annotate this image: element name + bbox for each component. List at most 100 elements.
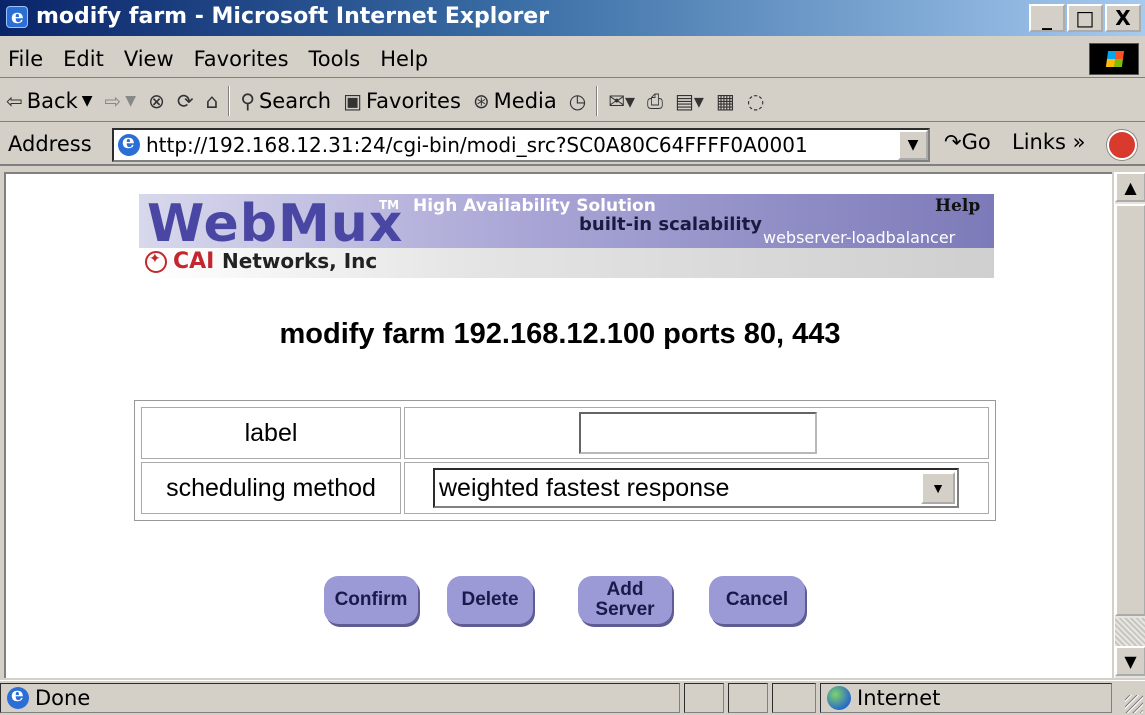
menu-help[interactable]: Help	[370, 47, 438, 71]
back-button[interactable]: ⇦ Back ▼	[0, 89, 99, 113]
links-label: Links	[1012, 130, 1066, 154]
cai-logo-icon	[145, 251, 167, 273]
confirm-button[interactable]: Confirm	[324, 576, 418, 624]
add-server-label: Add Server	[595, 580, 654, 620]
add-server-label-line2: Server	[595, 599, 655, 620]
favorites-button[interactable]: ▣ Favorites	[337, 89, 467, 113]
history-icon[interactable]: ◷	[563, 89, 592, 113]
mail-icon[interactable]: ✉▾	[602, 89, 641, 113]
back-dropdown-icon[interactable]: ▼	[82, 93, 93, 109]
search-button[interactable]: ⚲ Search	[234, 89, 337, 113]
scheduling-method-label: scheduling method	[141, 462, 401, 514]
go-button[interactable]: ↷Go	[944, 130, 991, 154]
form-row-label: label	[141, 407, 989, 459]
chevron-down-icon[interactable]: ▼	[921, 472, 955, 504]
media-label: Media	[493, 88, 557, 113]
discuss-icon[interactable]: ▦	[710, 89, 741, 113]
address-dropdown-button[interactable]: ▼	[898, 130, 928, 160]
ie-logo-icon	[6, 4, 28, 28]
trademark: TM	[379, 198, 400, 212]
help-link[interactable]: Help	[935, 196, 980, 216]
search-icon: ⚲	[240, 88, 255, 113]
refresh-icon[interactable]: ⟳	[171, 89, 200, 113]
forward-button[interactable]: ⇨ ▼	[99, 89, 143, 113]
home-icon[interactable]: ⌂	[200, 89, 225, 113]
resize-grip-icon[interactable]	[1125, 695, 1143, 713]
status-text: Done	[35, 686, 91, 710]
status-cell	[728, 683, 768, 713]
action-buttons: Confirm Delete Add Server Cancel	[6, 576, 1114, 632]
chevron-icon: »	[1065, 130, 1086, 154]
scroll-thumb[interactable]	[1115, 204, 1145, 616]
menu-bar: File Edit View Favorites Tools Help	[0, 40, 1145, 78]
cancel-button[interactable]: Cancel	[709, 576, 805, 624]
maximize-button[interactable]: □	[1067, 4, 1103, 32]
back-arrow-icon: ⇦	[6, 88, 23, 113]
links-button[interactable]: Links »	[1012, 130, 1085, 154]
scheduling-method-cell: weighted fastest response ▼	[404, 462, 989, 514]
scheduling-method-value: weighted fastest response	[439, 473, 730, 502]
add-server-label-line1: Add	[606, 579, 644, 600]
media-button[interactable]: ⊛ Media	[467, 89, 563, 113]
window-controls: _ □ X	[1029, 4, 1141, 32]
address-label: Address	[8, 132, 92, 156]
vertical-scrollbar[interactable]: ▲ ▼	[1114, 172, 1145, 678]
status-cell	[684, 683, 724, 713]
minimize-button[interactable]: _	[1029, 4, 1065, 32]
status-bar: Done Internet	[0, 680, 1145, 715]
menu-favorites[interactable]: Favorites	[184, 47, 299, 71]
favorites-label: Favorites	[366, 88, 461, 113]
page-status-icon	[7, 682, 29, 709]
scroll-track[interactable]	[1115, 618, 1145, 646]
label-field-cell	[404, 407, 989, 459]
scroll-down-button[interactable]: ▼	[1115, 646, 1145, 676]
label-field-label: label	[141, 407, 401, 459]
tagline-availability: High Availability Solution	[413, 196, 656, 216]
toolbar: ⇦ Back ▼ ⇨ ▼ ⊗ ⟳ ⌂ ⚲ Search ▣ Favorites …	[0, 80, 1145, 122]
acrobat-icon[interactable]	[1107, 130, 1137, 160]
edit-icon[interactable]: ▤▾	[669, 89, 710, 113]
go-arrow-icon: ↷	[944, 130, 962, 154]
status-main: Done	[0, 682, 680, 713]
company-name: CAI Networks, Inc	[173, 249, 377, 274]
add-server-button[interactable]: Add Server	[578, 576, 672, 624]
page-title: modify farm 192.168.12.100 ports 80, 443	[279, 318, 841, 350]
tagline-loadbalancer: webserver-loadbalancer	[763, 228, 956, 247]
menu-file[interactable]: File	[0, 47, 53, 71]
internet-globe-icon	[827, 686, 851, 710]
print-icon[interactable]: ⎙	[641, 89, 669, 113]
search-label: Search	[258, 88, 332, 113]
scheduling-method-select[interactable]: weighted fastest response ▼	[433, 468, 959, 508]
forward-dropdown-icon[interactable]: ▼	[125, 93, 136, 109]
webmux-banner: WebMux TM High Availability Solution bui…	[139, 194, 994, 278]
back-label: Back	[26, 88, 78, 113]
favorites-icon: ▣	[343, 88, 363, 113]
product-logo: WebMux	[147, 194, 404, 254]
forward-arrow-icon: ⇨	[104, 88, 122, 113]
company-suffix: Networks, Inc	[222, 249, 378, 273]
label-input[interactable]	[579, 412, 817, 454]
messenger-icon[interactable]: ◌	[741, 89, 770, 113]
windows-logo-icon	[1089, 43, 1139, 75]
farm-form: label scheduling method weighted fastest…	[134, 400, 996, 521]
delete-button[interactable]: Delete	[447, 576, 533, 624]
address-input[interactable]: http://192.168.12.31:24/cgi-bin/modi_src…	[112, 128, 930, 162]
scroll-up-button[interactable]: ▲	[1115, 172, 1145, 202]
title-bar: modify farm - Microsoft Internet Explore…	[0, 0, 1145, 36]
security-zone: Internet	[820, 683, 1112, 713]
go-label: Go	[961, 130, 991, 154]
menu-edit[interactable]: Edit	[53, 47, 114, 71]
menu-tools[interactable]: Tools	[299, 47, 371, 71]
toolbar-separator	[228, 85, 231, 116]
status-cell	[772, 683, 816, 713]
address-url[interactable]: http://192.168.12.31:24/cgi-bin/modi_src…	[146, 133, 808, 157]
stop-icon[interactable]: ⊗	[142, 89, 171, 113]
menu-view[interactable]: View	[114, 47, 184, 71]
tagline-scalability: built-in scalability	[579, 214, 762, 235]
media-icon: ⊛	[472, 88, 490, 113]
toolbar-separator	[596, 85, 599, 116]
window-title: modify farm - Microsoft Internet Explore…	[36, 4, 550, 29]
page-content: WebMux TM High Availability Solution bui…	[4, 172, 1112, 678]
close-button[interactable]: X	[1105, 4, 1141, 32]
form-row-scheduling: scheduling method weighted fastest respo…	[141, 462, 989, 514]
